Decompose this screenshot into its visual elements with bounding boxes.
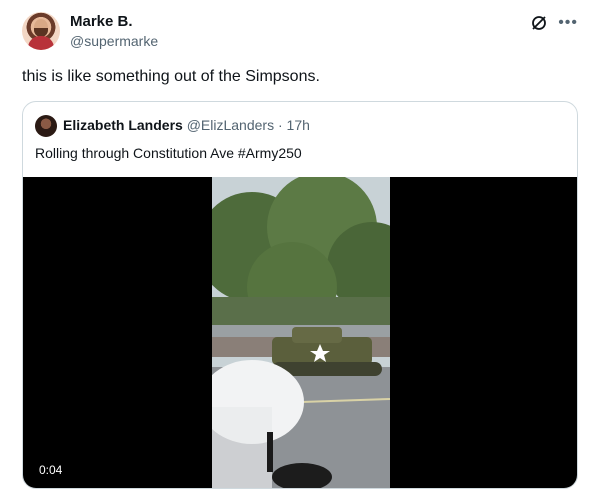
grok-icon[interactable] (530, 14, 548, 32)
quoted-header: Elizabeth Landers @ElizLanders · 17h (63, 117, 310, 133)
post-text: this is like something out of the Simpso… (22, 68, 320, 85)
quoted-post[interactable]: Elizabeth Landers @ElizLanders · 17h Rol… (22, 101, 578, 489)
author-name[interactable]: Marke B. (70, 13, 133, 30)
more-icon[interactable]: ••• (558, 15, 578, 31)
quoted-text: Rolling through Constitution Ave #Army25… (35, 145, 302, 161)
avatar[interactable] (22, 12, 60, 50)
quoted-time[interactable]: 17h (287, 117, 310, 133)
quoted-author-name[interactable]: Elizabeth Landers (63, 117, 183, 133)
meta-separator: · (277, 117, 283, 133)
quoted-avatar[interactable] (35, 115, 57, 137)
author-handle[interactable]: @supermarke (70, 33, 158, 49)
video-frame (212, 177, 390, 488)
video-player[interactable]: 0:04 (23, 177, 577, 488)
video-timestamp: 0:04 (33, 460, 69, 480)
quoted-author-handle[interactable]: @ElizLanders (187, 117, 274, 133)
